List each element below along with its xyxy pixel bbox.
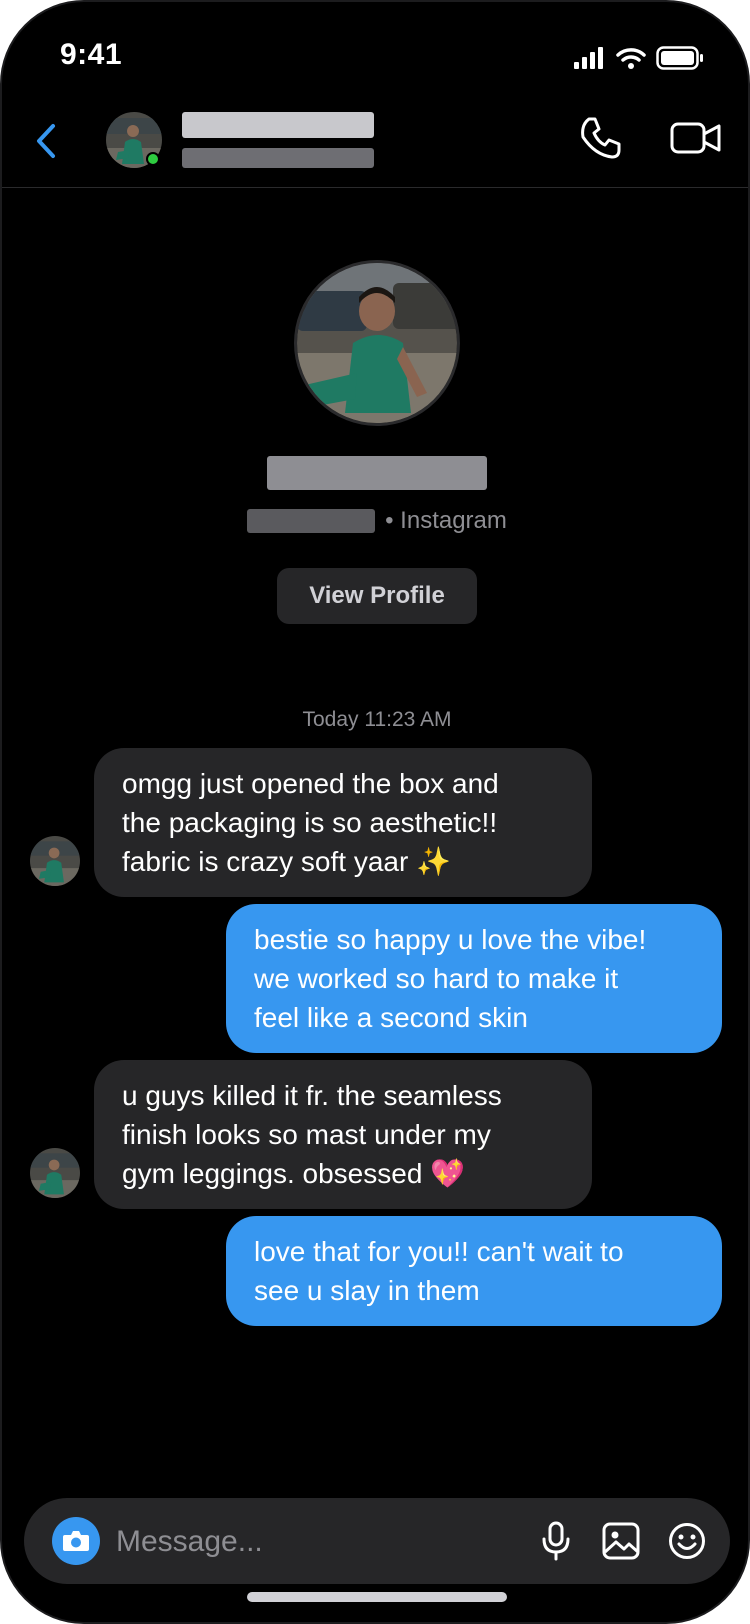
platform-label: • Instagram — [385, 507, 507, 534]
battery-icon — [656, 46, 703, 70]
message-text-line: finish looks so mast under my — [122, 1119, 491, 1150]
camera-button[interactable] — [52, 1517, 100, 1565]
message-text-line: fabric is crazy soft yaar ✨ — [122, 846, 451, 877]
chat-header — [2, 102, 748, 188]
conversation-timestamp: Today 11:23 AM — [302, 708, 452, 731]
message-text-line: we worked so hard to make it — [254, 963, 619, 994]
profile-meta: • Instagram — [2, 507, 748, 535]
message-input[interactable] — [116, 1520, 476, 1564]
message-text-line: feel like a second skin — [254, 1002, 528, 1033]
message-text-line: bestie so happy u love the vibe! — [254, 924, 647, 955]
redacted-contact-subtitle — [182, 148, 374, 168]
audio-call-button[interactable] — [574, 112, 626, 164]
phone-icon — [581, 117, 621, 159]
gallery-button[interactable] — [598, 1518, 644, 1564]
cellular-signal-icon — [574, 47, 603, 69]
status-time: 9:41 — [60, 38, 123, 71]
message-composer — [24, 1498, 730, 1584]
sticker-button[interactable] — [664, 1518, 710, 1564]
message-text-line: u guys killed it fr. the seamless — [122, 1080, 502, 1111]
avatar-photo — [30, 836, 80, 886]
sender-avatar — [30, 836, 80, 886]
avatar-photo — [30, 1148, 80, 1198]
phone-frame: 9:41 • Instagram View Profile Today 11:2… — [0, 0, 750, 1624]
smiley-icon — [669, 1523, 705, 1559]
message-bubble-outgoing[interactable]: bestie so happy u love the vibe! we work… — [226, 904, 722, 1053]
message-text-line: omgg just opened the box and — [122, 768, 499, 799]
message-text-line: love that for you!! can't wait to — [254, 1236, 624, 1267]
chevron-left-icon — [37, 124, 55, 158]
profile-photo-image — [297, 263, 457, 423]
video-call-button[interactable] — [666, 114, 726, 162]
online-status-dot — [146, 152, 160, 166]
sender-avatar — [30, 1148, 80, 1198]
profile-photo[interactable] — [294, 260, 460, 426]
status-icons — [574, 46, 704, 70]
back-button[interactable] — [26, 116, 66, 166]
voice-message-button[interactable] — [534, 1518, 578, 1564]
camera-icon — [63, 1531, 89, 1551]
view-profile-button[interactable]: View Profile — [277, 568, 477, 624]
redacted-contact-name — [182, 112, 374, 138]
message-bubble-incoming[interactable]: omgg just opened the box and the packagi… — [94, 748, 592, 897]
microphone-icon — [542, 1521, 570, 1561]
message-text-line: gym leggings. obsessed 💖 — [122, 1158, 466, 1189]
redacted-profile-name — [267, 456, 487, 490]
video-camera-icon — [670, 122, 721, 154]
message-bubble-outgoing[interactable]: love that for you!! can't wait to see u … — [226, 1216, 722, 1326]
wifi-icon — [616, 48, 646, 69]
image-icon — [602, 1522, 640, 1560]
redacted-username — [247, 509, 376, 533]
home-indicator[interactable] — [247, 1592, 507, 1602]
message-text-line: see u slay in them — [254, 1275, 480, 1306]
message-bubble-incoming[interactable]: u guys killed it fr. the seamless finish… — [94, 1060, 592, 1209]
message-text-line: the packaging is so aesthetic!! — [122, 807, 498, 838]
